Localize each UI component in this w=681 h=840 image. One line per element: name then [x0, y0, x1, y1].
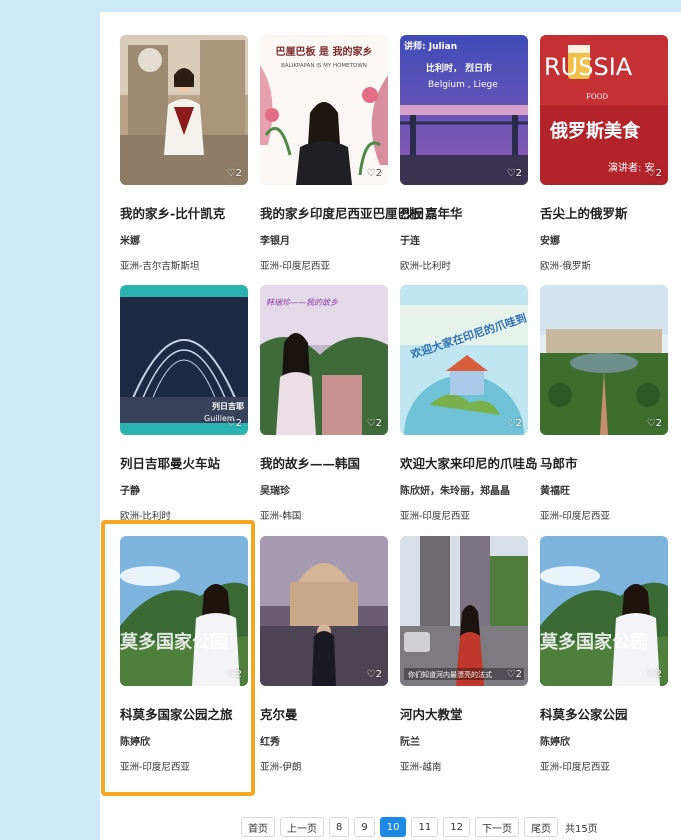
- like-count: ♡2: [366, 168, 382, 179]
- svg-text:巴厘巴板 是 我的家乡: 巴厘巴板 是 我的家乡: [276, 45, 373, 58]
- video-thumbnail[interactable]: 讲师: Julian 比利时， 烈日市 Belgium , Liege ♡2: [400, 35, 528, 185]
- author-name: 陈欣妍，朱玲丽，郑晶晶: [400, 486, 510, 497]
- like-count: ♡2: [506, 418, 522, 429]
- selection-highlight-box: [101, 520, 255, 796]
- author-name: 安娜: [540, 236, 560, 247]
- video-thumbnail[interactable]: ♡2: [540, 285, 668, 435]
- video-title[interactable]: 河内大教堂: [400, 704, 560, 723]
- svg-text:俄罗斯美食: 俄罗斯美食: [549, 120, 641, 142]
- page-9-button[interactable]: 9: [354, 817, 375, 837]
- svg-text:RUSSIA: RUSSIA: [544, 53, 633, 81]
- region-tag: 亚洲-印度尼西亚: [400, 511, 470, 522]
- video-thumbnail[interactable]: 欢迎大家在印尼的爪哇到 ♡2: [400, 285, 528, 435]
- video-title[interactable]: 我的家乡-比什凯克: [120, 203, 280, 222]
- svg-text:莫多国家公园: 莫多国家公园: [540, 631, 648, 653]
- author-name: 吴瑞珍: [260, 486, 290, 497]
- video-title[interactable]: 科莫多公家公园: [540, 704, 681, 723]
- first-page-button[interactable]: 首页: [241, 817, 275, 837]
- next-page-button[interactable]: 下一页: [474, 817, 519, 837]
- like-count: ♡2: [506, 669, 522, 680]
- region-tag: 亚洲-韩国: [260, 511, 302, 522]
- video-title[interactable]: 烈日嘉年华: [400, 203, 560, 222]
- last-page-button[interactable]: 尾页: [523, 817, 558, 837]
- author-name: 陈婷欣: [540, 737, 570, 748]
- video-title[interactable]: 欢迎大家来印尼的爪哇岛: [400, 453, 560, 472]
- svg-text:Belgium , Liege: Belgium , Liege: [428, 80, 498, 90]
- page-8-button[interactable]: 8: [329, 817, 350, 837]
- video-thumbnail[interactable]: ♡2: [120, 35, 248, 185]
- like-count: ♡2: [646, 168, 662, 179]
- video-title[interactable]: 我的家乡印度尼西亚巴厘巴板: [260, 203, 423, 222]
- author-name: 阮兰: [400, 737, 420, 748]
- region-tag: 亚洲-印度尼西亚: [540, 762, 610, 773]
- region-tag: 亚洲-印度尼西亚: [260, 261, 330, 272]
- svg-text:讲师: Julian: 讲师: Julian: [404, 40, 457, 52]
- video-title[interactable]: 我的故乡——韩国: [260, 453, 420, 472]
- svg-text:BALIKPAPAN IS MY HOMETOWN: BALIKPAPAN IS MY HOMETOWN: [281, 63, 367, 69]
- like-count: ♡2: [506, 168, 522, 179]
- svg-text:比利时， 烈日市: 比利时， 烈日市: [426, 62, 492, 74]
- page-10-button-current[interactable]: 10: [379, 817, 407, 837]
- svg-text:韩瑞珍——我的故乡: 韩瑞珍——我的故乡: [266, 298, 338, 307]
- video-thumbnail[interactable]: 你们知道河内最漂亮的法式 ♡2: [400, 536, 528, 686]
- author-name: 于连: [400, 236, 420, 247]
- video-thumbnail[interactable]: 莫多国家公园 ♡2: [540, 536, 668, 686]
- total-pages-label: 共15页: [564, 823, 598, 835]
- page-12-button[interactable]: 12: [443, 817, 470, 837]
- region-tag: 欧洲-比利时: [400, 261, 451, 272]
- video-thumbnail[interactable]: 列日吉耶 Guillem ♡2: [120, 285, 248, 435]
- region-tag: 亚洲-吉尔吉斯斯坦: [120, 261, 200, 272]
- author-name: 米娜: [120, 236, 140, 247]
- like-count: ♡2: [226, 418, 242, 429]
- video-title[interactable]: 舌尖上的俄罗斯: [540, 203, 681, 222]
- video-thumbnail[interactable]: RUSSIA FOOD 俄罗斯美食 演讲者: 安 ♡2: [540, 35, 668, 185]
- author-name: 子静: [120, 486, 140, 497]
- like-count: ♡2: [366, 418, 382, 429]
- svg-text:FOOD: FOOD: [586, 93, 608, 101]
- author-name: 红秀: [260, 737, 280, 748]
- like-count: ♡2: [646, 418, 662, 429]
- like-count: ♡2: [226, 168, 242, 179]
- video-thumbnail[interactable]: 巴厘巴板 是 我的家乡 BALIKPAPAN IS MY HOMETOWN ♡2: [260, 35, 388, 185]
- video-title[interactable]: 马郎市: [540, 453, 681, 472]
- video-thumbnail[interactable]: 韩瑞珍——我的故乡 ♡2: [260, 285, 388, 435]
- like-count: ♡2: [366, 669, 382, 680]
- pagination: 首页 上一页 8 9 10 11 12 下一页 尾页 共15页: [241, 816, 598, 838]
- page-11-button[interactable]: 11: [411, 817, 439, 837]
- video-title[interactable]: 克尔曼: [260, 704, 420, 723]
- author-name: 李银月: [260, 236, 290, 247]
- region-tag: 亚洲-印度尼西亚: [540, 511, 610, 522]
- svg-text:你们知道河内最漂亮的法式: 你们知道河内最漂亮的法式: [408, 670, 492, 679]
- prev-page-button[interactable]: 上一页: [280, 817, 324, 837]
- video-title[interactable]: 列日吉耶曼火车站: [120, 453, 280, 472]
- region-tag: 亚洲-越南: [400, 762, 442, 773]
- svg-text:列日吉耶: 列日吉耶: [212, 401, 244, 411]
- like-count: ♡2: [646, 669, 662, 680]
- region-tag: 亚洲-伊朗: [260, 762, 302, 773]
- video-thumbnail[interactable]: ♡2: [260, 536, 388, 686]
- region-tag: 欧洲-俄罗斯: [540, 261, 591, 272]
- author-name: 黄福旺: [540, 486, 570, 497]
